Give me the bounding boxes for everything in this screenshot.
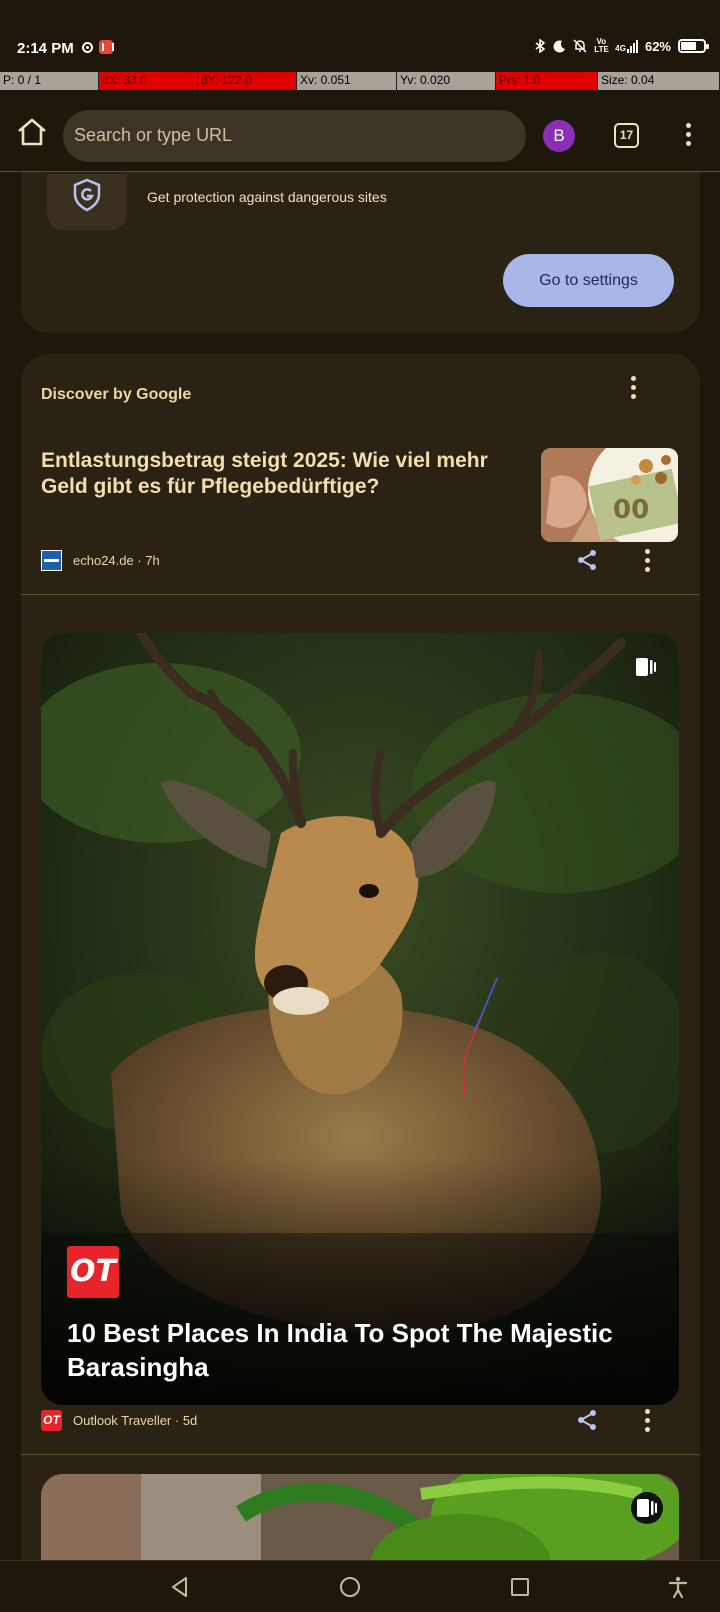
divider xyxy=(21,1454,700,1455)
article-source-row: echo24.de · 7h xyxy=(41,548,681,573)
shield-icon-container xyxy=(47,174,127,230)
article-title[interactable]: 10 Best Places In India To Spot The Maje… xyxy=(67,1316,657,1384)
divider xyxy=(21,594,700,595)
shield-icon xyxy=(73,178,101,212)
pointer-location-bar: P: 0 / 1 dX: 33.0 dY: 122.0 Xv: 0.051 Yv… xyxy=(0,72,720,90)
article-source-row: OT Outlook Traveller · 5d xyxy=(41,1408,681,1433)
back-icon[interactable] xyxy=(168,1575,192,1599)
search-placeholder: Search or type URL xyxy=(74,125,233,145)
debug-xv: Xv: 0.051 xyxy=(297,72,397,90)
article-source: Outlook Traveller · 5d xyxy=(73,1413,198,1428)
volte-label: Vo LTE xyxy=(594,37,609,54)
bell-muted-icon xyxy=(573,39,587,53)
article-menu-button[interactable] xyxy=(642,1409,652,1433)
svg-text:00: 00 xyxy=(613,495,649,525)
home-nav-icon[interactable] xyxy=(338,1575,362,1599)
go-to-settings-button[interactable]: Go to settings xyxy=(503,254,674,307)
discover-menu-button[interactable] xyxy=(628,376,638,400)
tab-switcher-button[interactable]: 17 xyxy=(614,123,639,148)
status-time: 2:14 PM xyxy=(17,40,74,57)
network-label: 4G xyxy=(615,43,626,53)
article-thumbnail[interactable]: 00 xyxy=(541,448,678,542)
discover-header: Discover by Google xyxy=(41,386,192,403)
article-hero-image[interactable]: OT 10 Best Places In India To Spot The M… xyxy=(41,633,679,1405)
discover-feed: Discover by Google Entlastungsbetrag ste… xyxy=(21,354,700,1612)
echo24-favicon xyxy=(41,550,62,571)
promo-description: Get protection against dangerous sites xyxy=(147,189,387,205)
record-icon xyxy=(82,41,93,53)
accessibility-icon[interactable] xyxy=(666,1575,690,1599)
profile-avatar[interactable]: B xyxy=(543,120,575,152)
moon-icon xyxy=(553,39,566,52)
debug-size: Size: 0.04 xyxy=(598,72,720,90)
web-story-icon xyxy=(636,658,656,676)
battery-icon xyxy=(678,39,709,53)
debug-yv: Yv: 0.020 xyxy=(397,72,496,90)
debug-pressure: Prs: 1.0 xyxy=(496,72,598,90)
article-menu-button[interactable] xyxy=(642,549,652,573)
home-icon[interactable] xyxy=(14,117,50,147)
web-story-badge xyxy=(631,1492,663,1524)
recents-icon[interactable] xyxy=(508,1575,532,1599)
article-source: echo24.de · 7h xyxy=(73,553,160,568)
status-left-icons xyxy=(82,40,114,54)
outlook-traveller-favicon: OT xyxy=(41,1410,62,1431)
debug-dy: dY: 122.0 xyxy=(198,72,297,90)
debug-dx: dX: 33.0 xyxy=(99,72,198,90)
notification-app-icon xyxy=(99,40,114,54)
overflow-menu-button[interactable] xyxy=(678,123,698,149)
share-icon[interactable] xyxy=(575,1408,599,1432)
outlook-traveller-logo: OT xyxy=(67,1246,119,1298)
article-title[interactable]: Entlastungsbetrag steigt 2025: Wie viel … xyxy=(41,448,501,500)
browser-toolbar: Search or type URL B 17 xyxy=(0,90,720,172)
share-icon[interactable] xyxy=(575,548,599,572)
signal-icon: 4G xyxy=(615,39,638,53)
web-story-icon xyxy=(637,1499,657,1517)
status-right-icons: Vo LTE 4G 62% xyxy=(534,37,709,54)
search-input[interactable]: Search or type URL xyxy=(63,110,526,162)
system-navigation-bar xyxy=(0,1560,720,1612)
debug-pointer: P: 0 / 1 xyxy=(0,72,99,90)
battery-percent: 62% xyxy=(644,38,671,54)
bluetooth-icon xyxy=(535,39,546,53)
hero-gradient xyxy=(41,633,679,1405)
status-bar: 2:14 PM Vo LTE 4G 62% xyxy=(0,0,720,72)
